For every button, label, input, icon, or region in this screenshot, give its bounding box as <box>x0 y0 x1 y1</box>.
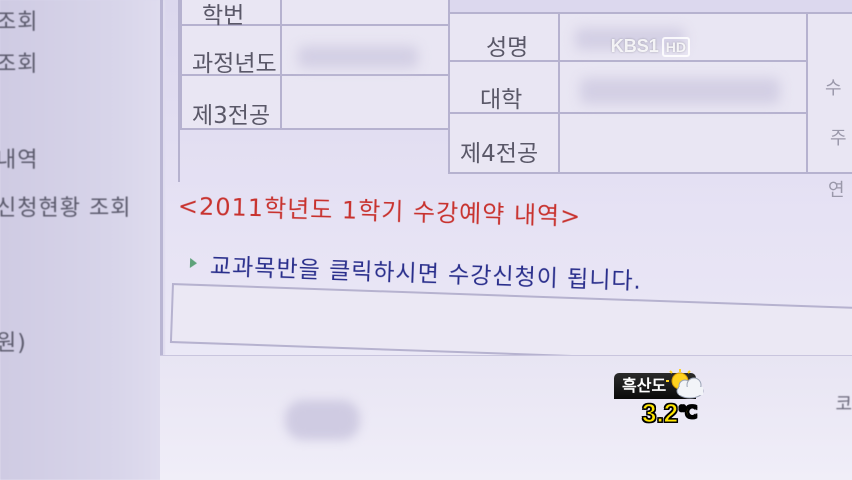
value-cell-student-id <box>280 0 450 26</box>
sidebar-menu: 조회 조회 내역 신청현황 조회 원) <box>0 0 165 480</box>
college-label: 대학 <box>480 87 523 113</box>
blurred-year-value <box>298 46 418 68</box>
sidebar-item-history[interactable]: 내역 <box>0 142 38 174</box>
major3-label: 제3전공 <box>192 103 271 129</box>
temperature-readout: 3.2℃ <box>641 398 698 428</box>
reservation-headline: <2011학년도 1학기 수강예약 내역> <box>177 192 582 231</box>
student-info-table: 학번 과정년도 제3전공 성명 대학 제4전공 수 주 연 <box>178 0 852 201</box>
sidebar-item-inquiry-1[interactable]: 조회 <box>0 4 38 36</box>
lower-panel <box>160 355 852 480</box>
right-edge-label-2: 주 <box>830 128 847 149</box>
right-edge-label-3: 연 <box>828 180 845 201</box>
weather-overlay: 흑산도 3.2℃ <box>614 369 706 429</box>
year-label: 과정년도 <box>192 51 277 77</box>
student-id-label: 학번 <box>202 3 245 29</box>
value-cell-major4 <box>558 112 808 174</box>
sun-behind-cloud-icon <box>666 369 704 399</box>
name-label: 성명 <box>486 35 529 61</box>
channel-name: KBS1 <box>610 36 659 56</box>
edge-mark: 코 <box>835 394 852 415</box>
broadcast-logo: KBS1 HD <box>611 36 690 57</box>
right-edge-label-1: 수 <box>825 78 842 99</box>
sidebar-item-inquiry-2[interactable]: 조회 <box>0 46 38 78</box>
bullet-arrow-icon <box>189 258 198 269</box>
sidebar-item-partial[interactable]: 원) <box>0 325 27 357</box>
value-cell-major3 <box>280 74 450 130</box>
blurred-college-value <box>580 78 780 104</box>
hd-badge: HD <box>661 36 690 57</box>
temperature-unit: ℃ <box>678 403 698 423</box>
tv-screen-capture: 조회 조회 내역 신청현황 조회 원) 학번 과정년도 제3전공 성명 대학 제… <box>0 0 852 480</box>
sidebar-item-registration-status[interactable]: 신청현황 조회 <box>0 190 131 222</box>
screen-smudge <box>285 400 360 440</box>
major4-label: 제4전공 <box>460 141 539 167</box>
temperature-value: 3.2 <box>641 398 679 428</box>
